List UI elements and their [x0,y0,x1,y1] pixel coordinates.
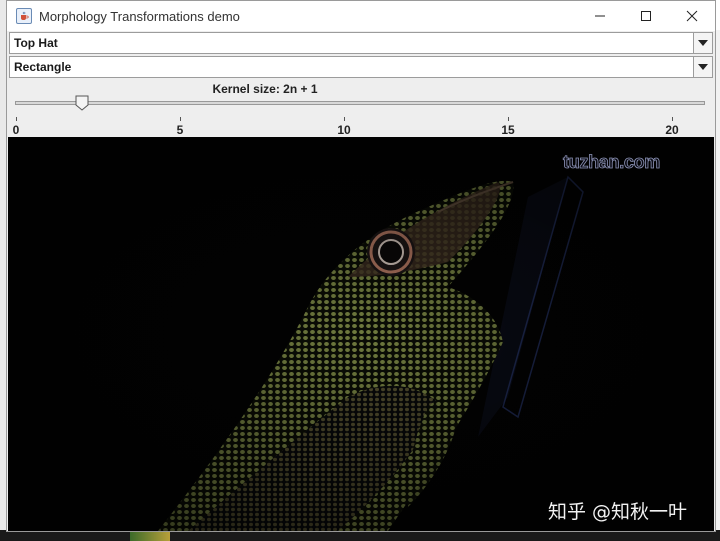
slider-tick-label: 0 [12,123,20,137]
shape-dropdown[interactable]: Rectangle [9,56,713,78]
watermark-top: tuzhan.com [563,152,661,173]
window-title: Morphology Transformations demo [39,8,240,24]
title-bar[interactable]: Morphology Transformations demo [7,1,715,31]
slider-tick-label: 20 [665,123,679,137]
operation-dropdown-arrow[interactable] [693,33,712,53]
slider-tick-label: 15 [501,123,515,137]
close-button[interactable] [669,1,715,31]
kernel-slider-track[interactable] [15,101,705,105]
minimize-button[interactable] [577,1,623,31]
kernel-slider-label: Kernel size: 2n + 1 [212,82,318,96]
top-hat-fish-image [8,137,714,531]
java-cup-icon [16,8,32,24]
slider-tick-label: 5 [176,123,184,137]
kernel-slider-thumb[interactable] [75,95,89,111]
slider-tick [16,117,17,121]
watermark-bottom: 知乎 @知秋一叶 [548,501,688,523]
triangle-down-icon [698,40,708,46]
triangle-down-icon [698,64,708,70]
slider-tick [180,117,181,121]
app-window: Morphology Transformations demo Top Hat … [6,0,716,532]
slider-tick-label: 10 [337,123,351,137]
maximize-icon [641,11,651,21]
shape-dropdown-value: Rectangle [14,60,72,74]
minimize-icon [595,15,605,17]
result-image: tuzhan.com 知乎 @知秋一叶 [8,137,714,531]
close-icon [686,10,698,22]
shape-dropdown-arrow[interactable] [693,57,712,77]
operation-dropdown-value: Top Hat [14,36,58,50]
slider-tick [344,117,345,121]
maximize-button[interactable] [623,1,669,31]
slider-tick [672,117,673,121]
slider-tick [508,117,509,121]
operation-dropdown[interactable]: Top Hat [9,32,713,54]
